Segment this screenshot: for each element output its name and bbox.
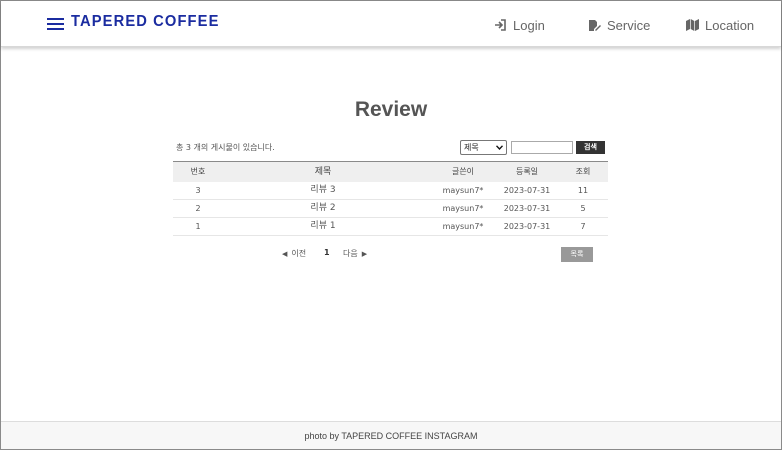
- prev-page-link[interactable]: ◀ 이전: [282, 248, 306, 259]
- row-views: 5: [580, 204, 586, 213]
- row-title-link[interactable]: 리뷰 2: [283, 200, 363, 217]
- table-row: 2 리뷰 2 maysun7* 2023-07-31 5: [173, 200, 608, 218]
- header-views: 조회: [575, 167, 591, 176]
- row-title-link[interactable]: 리뷰 1: [283, 218, 363, 235]
- post-count-text: 총 3 개의 게시물이 있습니다.: [176, 143, 275, 152]
- row-date: 2023-07-31: [503, 222, 551, 231]
- search-field-select[interactable]: 제목: [460, 140, 507, 155]
- review-table: 번호 제목 글쓴이 등록일 조회 3 리뷰 3 maysun7* 2023-07…: [173, 161, 608, 236]
- map-icon: [686, 19, 699, 31]
- nav-service[interactable]: Service: [588, 16, 650, 34]
- table-row: 1 리뷰 1 maysun7* 2023-07-31 7: [173, 218, 608, 236]
- row-date: 2023-07-31: [503, 204, 551, 213]
- row-no: 1: [195, 222, 201, 231]
- row-title-link[interactable]: 리뷰 3: [283, 182, 363, 199]
- site-header: TAPERED COFFEE Login Service Location: [1, 1, 781, 47]
- row-date: 2023-07-31: [503, 186, 551, 195]
- row-writer: maysun7*: [442, 186, 484, 195]
- triangle-left-icon: ◀: [282, 249, 288, 258]
- next-page-label: 다음: [343, 249, 358, 258]
- nav-login[interactable]: Login: [494, 16, 545, 34]
- hamburger-menu-icon[interactable]: [47, 17, 64, 30]
- search-field-selected: 제목: [464, 143, 479, 152]
- search-button[interactable]: 검색: [576, 141, 605, 154]
- row-views: 11: [577, 186, 589, 195]
- table-header: 번호 제목 글쓴이 등록일 조회: [173, 161, 608, 182]
- row-views: 7: [580, 222, 586, 231]
- page-title: Review: [354, 98, 428, 121]
- site-logo[interactable]: TAPERED COFFEE: [71, 13, 219, 31]
- nav-service-label: Service: [607, 17, 651, 33]
- nav-location[interactable]: Location: [686, 16, 754, 34]
- table-row: 3 리뷰 3 maysun7* 2023-07-31 11: [173, 182, 608, 200]
- header-no: 번호: [190, 167, 206, 176]
- page-number-current[interactable]: 1: [324, 248, 330, 257]
- edit-document-icon: [588, 19, 601, 32]
- triangle-right-icon: ▶: [361, 249, 368, 258]
- row-writer: maysun7*: [442, 204, 484, 213]
- nav-login-label: Login: [513, 17, 545, 33]
- row-writer: maysun7*: [442, 222, 484, 231]
- nav-location-label: Location: [705, 17, 755, 33]
- row-no: 3: [195, 186, 201, 195]
- list-button[interactable]: 목록: [561, 247, 593, 262]
- header-writer: 글쓴이: [451, 167, 475, 176]
- prev-page-label: 이전: [291, 249, 307, 258]
- next-page-link[interactable]: 다음 ▶: [343, 248, 367, 259]
- search-input[interactable]: [511, 141, 573, 154]
- site-footer: photo by TAPERED COFFEE INSTAGRAM: [1, 421, 781, 449]
- chevron-down-icon: [495, 143, 504, 152]
- login-arrow-icon: [494, 19, 507, 31]
- header-title: 제목: [314, 167, 332, 177]
- row-no: 2: [195, 204, 201, 213]
- header-date: 등록일: [515, 167, 539, 176]
